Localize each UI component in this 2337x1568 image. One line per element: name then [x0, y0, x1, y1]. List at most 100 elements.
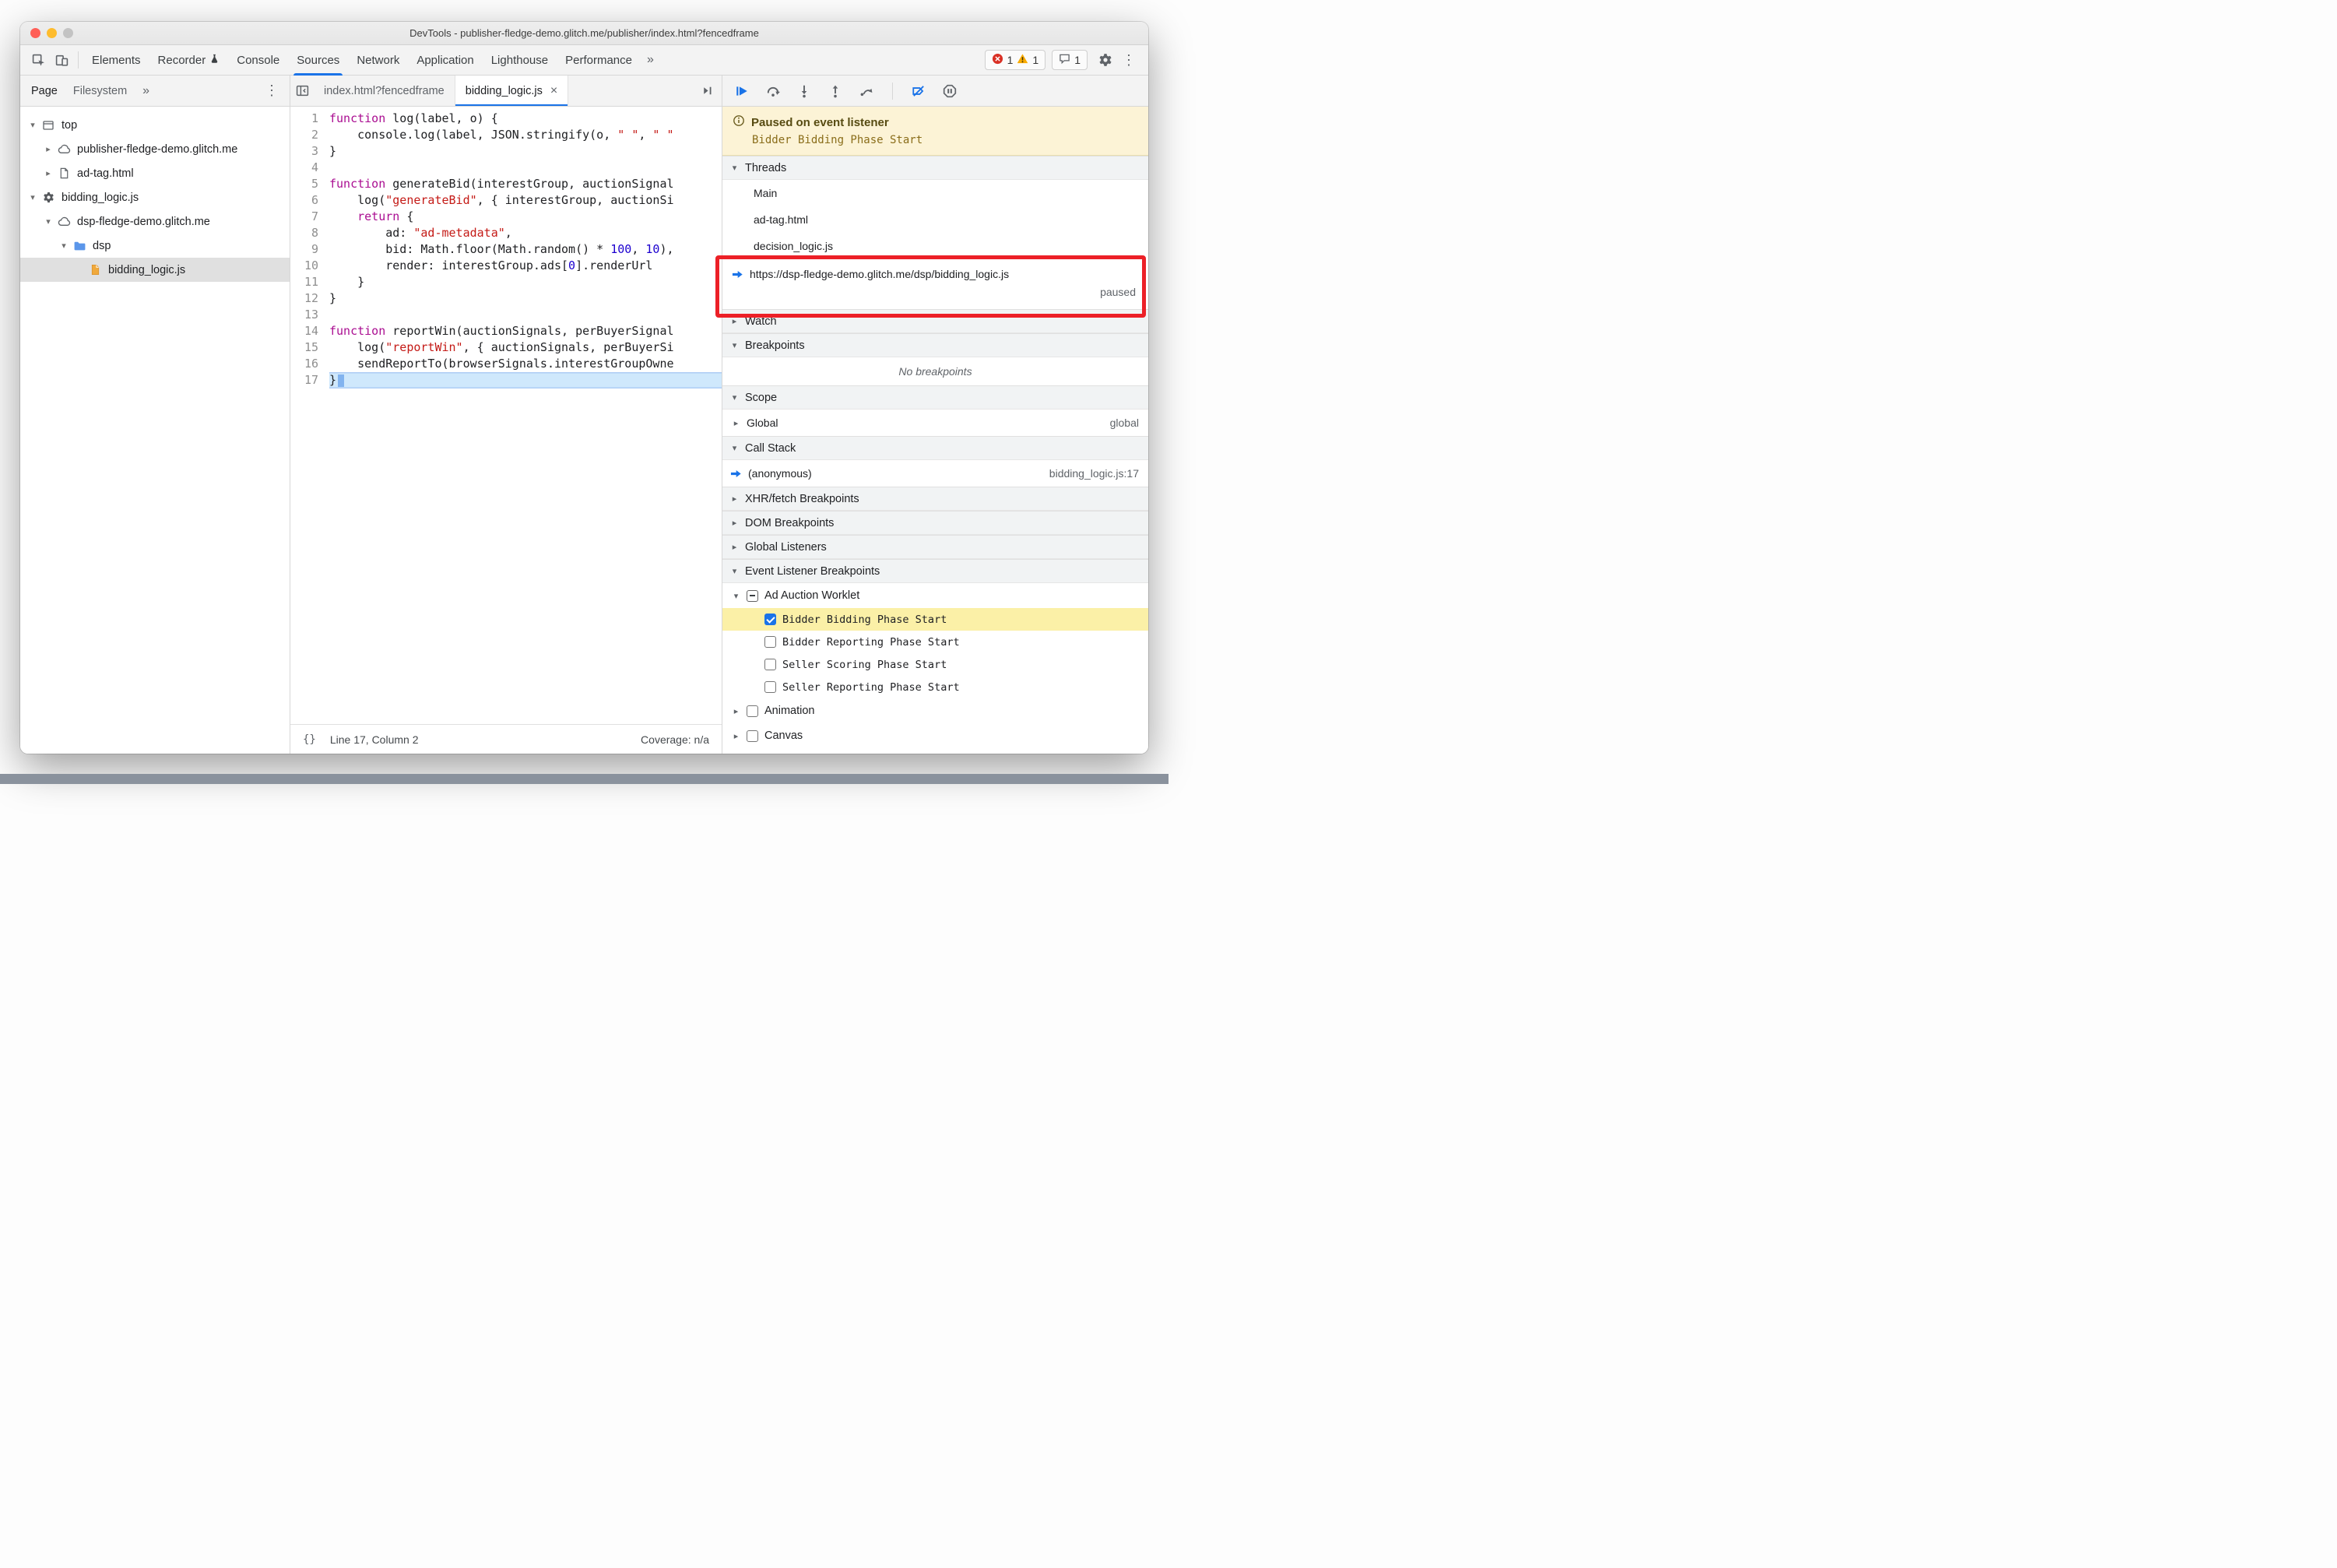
line-number[interactable]: 5	[290, 176, 329, 192]
minimize-window-button[interactable]	[47, 28, 57, 38]
line-number[interactable]: 14	[290, 323, 329, 339]
xhr-breakpoints-section-header[interactable]: ▸ XHR/fetch Breakpoints	[722, 487, 1148, 511]
line-number[interactable]: 9	[290, 241, 329, 258]
thread-item[interactable]: Main	[722, 180, 1148, 206]
tab-sources[interactable]: Sources	[288, 45, 348, 76]
code-line-content[interactable]: }	[329, 274, 722, 290]
unchecked-checkbox[interactable]	[747, 705, 758, 717]
step-over-button[interactable]	[763, 81, 783, 101]
tree-item[interactable]: ▸ ad-tag.html	[20, 161, 290, 185]
thread-item[interactable]: decision_logic.js	[722, 233, 1148, 259]
code-line-content[interactable]: function reportWin(auctionSignals, perBu…	[329, 323, 722, 339]
collapsed-arrow-icon[interactable]: ▸	[42, 144, 54, 154]
tab-console[interactable]: Console	[228, 45, 288, 76]
event-category-item[interactable]: ▾ Ad Auction Worklet	[722, 583, 1148, 608]
line-number[interactable]: 1	[290, 111, 329, 127]
line-number[interactable]: 15	[290, 339, 329, 356]
tree-item[interactable]: ▾ top	[20, 113, 290, 137]
inspect-element-button[interactable]	[26, 49, 50, 71]
checked-checkbox[interactable]	[764, 613, 776, 625]
callstack-frame[interactable]: (anonymous) bidding_logic.js:17	[722, 460, 1148, 487]
tab-recorder[interactable]: Recorder	[149, 45, 229, 76]
unchecked-checkbox[interactable]	[764, 659, 776, 670]
global-listeners-section-header[interactable]: ▸ Global Listeners	[722, 535, 1148, 559]
event-breakpoint-item[interactable]: Seller Reporting Phase Start	[722, 676, 1148, 698]
thread-item-paused[interactable]: https://dsp-fledge-demo.glitch.me/dsp/bi…	[722, 259, 1148, 309]
tab-performance[interactable]: Performance	[557, 45, 641, 76]
editor-tab[interactable]: bidding_logic.js ×	[455, 76, 569, 106]
pretty-print-button[interactable]: {}	[303, 733, 316, 746]
breakpoints-section-header[interactable]: ▾ Breakpoints	[722, 333, 1148, 357]
issues-button[interactable]: 1	[1052, 50, 1088, 70]
code-line-content[interactable]: function generateBid(interestGroup, auct…	[329, 176, 722, 192]
event-breakpoint-item[interactable]: Bidder Reporting Phase Start	[722, 631, 1148, 653]
tree-item[interactable]: bidding_logic.js	[20, 258, 290, 282]
navigator-menu-button[interactable]: ⋮	[265, 83, 279, 99]
code-line-content[interactable]: ad: "ad-metadata",	[329, 225, 722, 241]
tab-network[interactable]: Network	[348, 45, 408, 76]
line-number[interactable]: 4	[290, 160, 329, 176]
line-number[interactable]: 2	[290, 127, 329, 143]
more-navigator-tabs-button[interactable]: »	[142, 84, 149, 98]
code-line-content[interactable]: }	[329, 143, 722, 160]
line-number[interactable]: 6	[290, 192, 329, 209]
watch-section-header[interactable]: ▸ Watch	[722, 309, 1148, 333]
event-breakpoint-item[interactable]: Bidder Bidding Phase Start	[722, 608, 1148, 631]
unchecked-checkbox[interactable]	[764, 681, 776, 693]
unchecked-checkbox[interactable]	[764, 636, 776, 648]
sidebar-tab-filesystem[interactable]: Filesystem	[73, 85, 127, 97]
close-tab-icon[interactable]: ×	[550, 84, 557, 98]
deactivate-breakpoints-button[interactable]	[908, 81, 929, 101]
scope-global-row[interactable]: ▸ Global global	[722, 410, 1148, 436]
threads-section-header[interactable]: ▾ Threads	[722, 156, 1148, 180]
unchecked-checkbox[interactable]	[747, 730, 758, 742]
expanded-arrow-icon[interactable]: ▾	[26, 192, 39, 202]
tree-item[interactable]: ▾ dsp-fledge-demo.glitch.me	[20, 209, 290, 234]
collapsed-arrow-icon[interactable]: ▸	[42, 168, 54, 178]
line-number[interactable]: 11	[290, 274, 329, 290]
code-line-content[interactable]: log("reportWin", { auctionSignals, perBu…	[329, 339, 722, 356]
code-line-content[interactable]: }	[329, 290, 722, 307]
zoom-window-button[interactable]	[63, 28, 73, 38]
expanded-arrow-icon[interactable]: ▾	[42, 216, 54, 227]
frame-location[interactable]: bidding_logic.js:17	[1049, 467, 1139, 480]
console-status-button[interactable]: 1 1	[984, 50, 1046, 70]
tree-item[interactable]: ▸ publisher-fledge-demo.glitch.me	[20, 137, 290, 161]
line-number[interactable]: 16	[290, 356, 329, 372]
dom-breakpoints-section-header[interactable]: ▸ DOM Breakpoints	[722, 511, 1148, 535]
step-button[interactable]	[856, 81, 877, 101]
toggle-navigator-button[interactable]	[290, 80, 314, 102]
event-listener-breakpoints-section-header[interactable]: ▾ Event Listener Breakpoints	[722, 559, 1148, 583]
editor-tab[interactable]: index.html?fencedframe	[314, 76, 455, 106]
tab-application[interactable]: Application	[408, 45, 482, 76]
pause-on-exceptions-button[interactable]	[940, 81, 960, 101]
code-line-content[interactable]: log("generateBid", { interestGroup, auct…	[329, 192, 722, 209]
tab-elements[interactable]: Elements	[83, 45, 149, 76]
code-line-content[interactable]: render: interestGroup.ads[0].renderUrl	[329, 258, 722, 274]
code-line-content[interactable]: }	[329, 372, 722, 388]
line-number[interactable]: 3	[290, 143, 329, 160]
tab-lighthouse[interactable]: Lighthouse	[483, 45, 557, 76]
line-number[interactable]: 10	[290, 258, 329, 274]
collapsed-arrow-icon[interactable]: ▸	[732, 706, 740, 716]
event-category-item[interactable]: ▸ Canvas	[722, 723, 1148, 748]
device-toolbar-button[interactable]	[50, 49, 73, 71]
more-options-button[interactable]: ⋮	[1117, 49, 1140, 71]
line-number[interactable]: 12	[290, 290, 329, 307]
open-search-sidebar-button[interactable]	[695, 80, 719, 102]
code-line-content[interactable]	[329, 307, 722, 323]
event-category-item[interactable]: ▸ Animation	[722, 698, 1148, 723]
settings-button[interactable]	[1094, 49, 1117, 71]
code-line-content[interactable]: bid: Math.floor(Math.random() * 100, 10)…	[329, 241, 722, 258]
code-line-content[interactable]	[329, 160, 722, 176]
scope-section-header[interactable]: ▾ Scope	[722, 385, 1148, 410]
expanded-arrow-icon[interactable]: ▾	[26, 120, 39, 130]
tree-item[interactable]: ▾ dsp	[20, 234, 290, 258]
line-number[interactable]: 8	[290, 225, 329, 241]
window-titlebar[interactable]: DevTools - publisher-fledge-demo.glitch.…	[20, 22, 1148, 45]
expanded-arrow-icon[interactable]: ▾	[732, 591, 740, 601]
code-editor[interactable]: 1 function log(label, o) {2 console.log(l…	[290, 107, 722, 724]
line-number[interactable]: 17	[290, 372, 329, 388]
sidebar-tab-page[interactable]: Page	[31, 85, 58, 97]
code-line-content[interactable]: function log(label, o) {	[329, 111, 722, 127]
